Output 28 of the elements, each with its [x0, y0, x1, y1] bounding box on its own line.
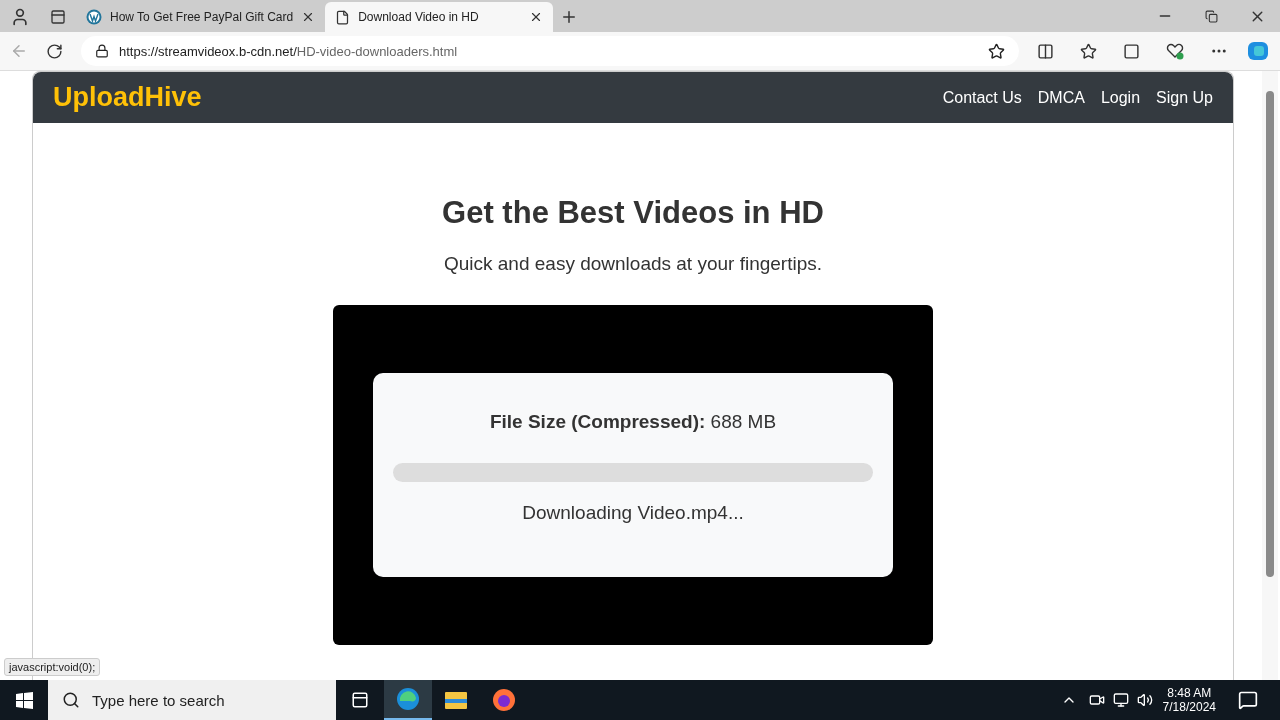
favorites-icon[interactable]: [1080, 42, 1097, 60]
page-subheading: Quick and easy downloads at your fingertips.: [443, 253, 823, 275]
health-icon[interactable]: [1166, 42, 1184, 60]
volume-icon[interactable]: [1136, 692, 1153, 708]
nav-link[interactable]: DMCA: [1037, 88, 1085, 107]
refresh-icon[interactable]: [46, 42, 63, 60]
camera-icon[interactable]: [1088, 692, 1105, 708]
site-logo[interactable]: UploadHive: [53, 82, 202, 113]
wordpress-icon: [86, 9, 102, 25]
browser-tab[interactable]: Download Video in HD: [325, 2, 554, 32]
search-icon: [62, 691, 80, 709]
split-screen-icon[interactable]: [1037, 42, 1054, 60]
file-size-text: File Size (Compressed): 688 MB: [489, 411, 777, 433]
taskbar-clock[interactable]: 8:48 AM 7/18/2024: [1162, 686, 1216, 714]
address-field[interactable]: https://streamvideox.b-cdn.net/HD-video-downloaders.html: [81, 36, 1019, 66]
nav-link[interactable]: Sign Up: [1156, 88, 1213, 107]
status-url: javascript:void(0);: [4, 658, 101, 676]
page-icon: [335, 9, 351, 25]
browser-tab[interactable]: How To Get Free PayPal Gift Card: [76, 2, 326, 32]
notifications-icon[interactable]: [1238, 690, 1258, 710]
nav-link[interactable]: Login: [1100, 88, 1141, 107]
lock-icon: [95, 44, 109, 58]
scrollbar[interactable]: [1262, 71, 1278, 680]
favorite-icon[interactable]: [988, 42, 1005, 60]
download-status: Downloading Video.mp4...: [522, 502, 744, 524]
page-heading: Get the Best Videos in HD: [442, 195, 824, 231]
nav-link[interactable]: Contact Us: [942, 88, 1022, 107]
taskbar-search-field[interactable]: Type here to search: [48, 680, 336, 720]
